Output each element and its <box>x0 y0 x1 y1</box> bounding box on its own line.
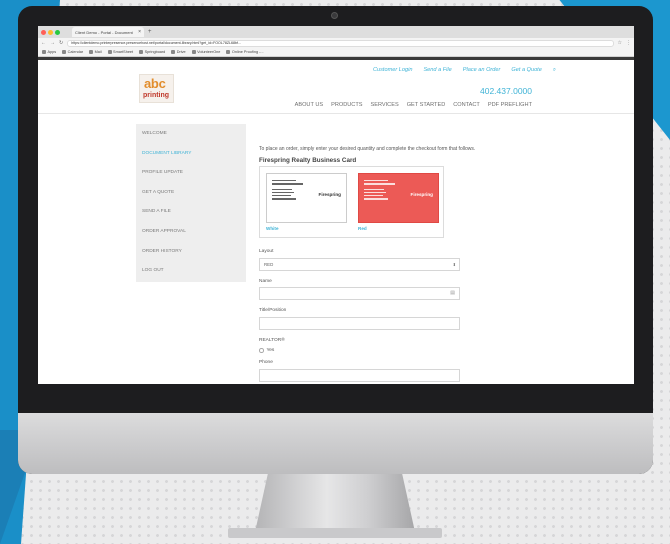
intro-text: To place an order, simply enter your des… <box>259 146 476 152</box>
select-arrows-icon: ⬍ <box>452 262 456 267</box>
sidebar-item-log-out[interactable]: LOG OUT <box>136 261 246 281</box>
contact-card-icon: ▤ <box>450 290 455 296</box>
phone-number[interactable]: 402.437.0000 <box>480 86 532 96</box>
tab-close-icon[interactable]: × <box>138 29 141 35</box>
bookmark-icon <box>62 50 67 54</box>
name-input[interactable]: ▤ <box>259 287 460 300</box>
nav-get-started[interactable]: GET STARTED <box>407 102 446 108</box>
customer-login-link[interactable]: Customer Login <box>373 67 413 74</box>
nav-about-us[interactable]: ABOUT US <box>295 102 324 108</box>
reload-icon[interactable]: ↻ <box>59 40 63 46</box>
sidebar-item-order-approval[interactable]: ORDER APPROVAL <box>136 222 246 242</box>
title-position-input[interactable] <box>259 317 460 330</box>
main-nav: ABOUT US PRODUCTS SERVICES GET STARTED C… <box>295 102 532 108</box>
realtor-label: REALTOR® <box>259 338 285 343</box>
screen: Client Demo - Portal - Document × + ← → … <box>38 26 634 384</box>
bookmark-item[interactable]: VolunteerOne <box>191 50 220 54</box>
bookmark-item[interactable]: Online Proofing -... <box>226 50 264 54</box>
new-tab-icon[interactable]: + <box>148 29 152 35</box>
nav-pdf-preflight[interactable]: PDF PREFLIGHT <box>488 102 532 108</box>
card-option-label: White <box>266 226 279 231</box>
address-bar[interactable]: https://clientdemo.printerpresence.prese… <box>67 39 614 47</box>
card-option-label: Red <box>358 226 367 231</box>
bookmark-icon <box>191 50 196 54</box>
forward-icon[interactable]: → <box>50 40 55 46</box>
bookmark-icon <box>107 50 112 54</box>
menu-icon[interactable]: ⋮ <box>626 40 631 46</box>
sidebar-item-profile-update[interactable]: PROFILE UPDATE <box>136 163 246 183</box>
title-position-label: Title/Position <box>259 308 287 313</box>
sidebar-item-order-history[interactable]: ORDER HISTORY <box>136 242 246 262</box>
layout-select[interactable]: RED ⬍ <box>259 258 460 271</box>
window-minimize-icon[interactable] <box>48 29 53 35</box>
product-title: Firespring Realty Business Card <box>259 157 357 164</box>
sidebar-item-get-a-quote[interactable]: GET A QUOTE <box>136 183 246 203</box>
send-a-file-link[interactable]: Send a File <box>423 67 451 74</box>
card-options: Firespring White Firespring Red <box>259 166 444 238</box>
card-preview-white: Firespring <box>266 173 347 223</box>
radio-icon[interactable] <box>259 348 264 353</box>
tab-title: Client Demo - Portal - Document <box>75 29 133 35</box>
phone-input[interactable] <box>259 369 460 382</box>
browser-tab[interactable]: Client Demo - Portal - Document × <box>72 27 144 37</box>
window-close-icon[interactable] <box>41 29 46 35</box>
card-logo: Firespring <box>410 192 433 197</box>
bookmark-icon <box>42 50 46 54</box>
bookmark-star-icon[interactable]: ☆ <box>618 40 622 46</box>
camera-icon <box>331 12 338 19</box>
sidebar-item-welcome[interactable]: WELCOME <box>136 124 246 144</box>
bookmark-item[interactable]: SmartSheet <box>107 50 133 54</box>
card-logo: Firespring <box>318 192 341 197</box>
bookmark-icon <box>226 50 231 54</box>
search-icon[interactable]: ⌕ <box>553 67 556 74</box>
nav-products[interactable]: PRODUCTS <box>331 102 362 108</box>
card-preview-red: Firespring <box>358 173 439 223</box>
card-option-red[interactable]: Firespring Red <box>355 170 442 236</box>
bookmark-item[interactable]: Mail <box>89 50 102 54</box>
monitor-chin <box>18 413 653 474</box>
nav-services[interactable]: SERVICES <box>371 102 399 108</box>
bookmark-item[interactable]: Apps <box>42 50 56 54</box>
layout-label: Layout <box>259 249 274 254</box>
sidebar-item-send-a-file[interactable]: SEND A FILE <box>136 202 246 222</box>
utility-nav: Customer Login Send a File Place an Orde… <box>373 67 556 74</box>
sidebar-item-document-library[interactable]: DOCUMENT LIBRARY <box>136 144 246 164</box>
portal-sidebar: WELCOME DOCUMENT LIBRARY PROFILE UPDATE … <box>136 124 246 282</box>
bookmark-icon <box>171 50 176 54</box>
bookmark-item[interactable]: Calendar <box>62 50 83 54</box>
logo[interactable]: abc printing <box>139 74 174 103</box>
monitor-stand <box>255 474 415 532</box>
nav-contact[interactable]: CONTACT <box>453 102 480 108</box>
realtor-option[interactable]: Yes <box>259 348 274 353</box>
back-icon[interactable]: ← <box>41 40 46 46</box>
bookmarks-bar: Apps Calendar Mail SmartSheet Springboar… <box>38 48 634 57</box>
get-a-quote-link[interactable]: Get a Quote <box>511 67 541 74</box>
card-option-white[interactable]: Firespring White <box>263 170 350 236</box>
bookmark-item[interactable]: Springboard <box>139 50 165 54</box>
bookmark-icon <box>139 50 144 54</box>
name-label: Name <box>259 279 272 284</box>
bookmark-icon <box>89 50 94 54</box>
bookmark-item[interactable]: Drive <box>171 50 186 54</box>
site-header: Customer Login Send a File Place an Orde… <box>38 60 634 114</box>
window-maximize-icon[interactable] <box>55 29 60 35</box>
place-an-order-link[interactable]: Place an Order <box>463 67 501 74</box>
phone-label: Phone <box>259 360 273 365</box>
browser-tab-bar: Client Demo - Portal - Document × + <box>38 26 634 38</box>
browser-toolbar: ← → ↻ https://clientdemo.printerpresence… <box>38 38 634 48</box>
monitor-foot <box>228 528 442 538</box>
